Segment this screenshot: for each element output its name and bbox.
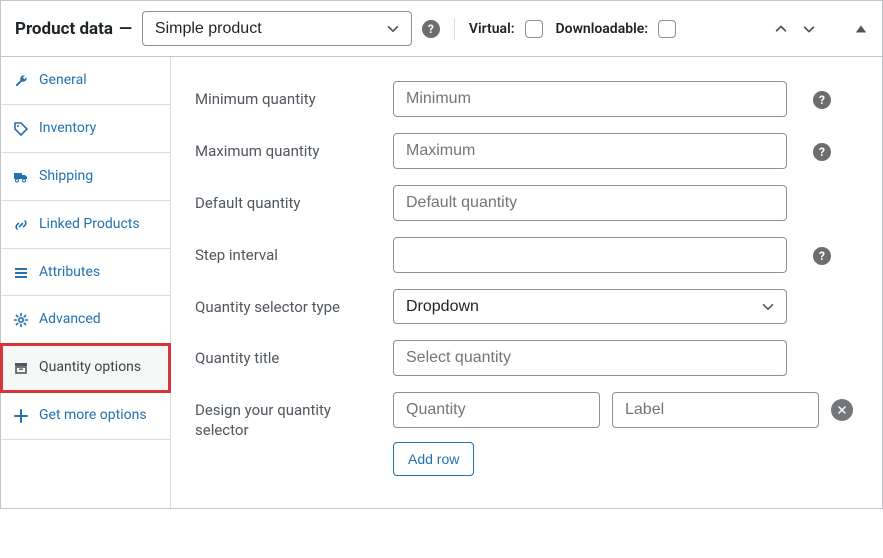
tag-icon	[13, 121, 29, 137]
add-row-button[interactable]: Add row	[393, 442, 474, 476]
tab-label: Shipping	[39, 167, 93, 186]
product-data-panel: Product data — Simple product ? Virtual:…	[0, 0, 883, 509]
field-label: Design your quantity selector	[195, 392, 373, 441]
truck-icon	[13, 169, 29, 185]
move-down-icon[interactable]	[802, 22, 816, 36]
field-label: Step interval	[195, 237, 373, 265]
designer-row	[393, 392, 853, 428]
tab-quantity-options[interactable]: Quantity options	[1, 344, 170, 392]
header-divider	[454, 18, 455, 40]
gear-icon	[13, 312, 29, 328]
tab-label: Get more options	[39, 406, 147, 425]
tab-inventory[interactable]: Inventory	[1, 105, 170, 153]
quantity-title-input[interactable]	[393, 340, 787, 376]
field-label: Minimum quantity	[195, 81, 373, 109]
field-label: Quantity title	[195, 340, 373, 368]
tab-attributes[interactable]: Attributes	[1, 249, 170, 297]
designer-quantity-input[interactable]	[393, 392, 600, 428]
archive-icon	[13, 360, 29, 376]
field-minimum-quantity: Minimum quantity ?	[195, 73, 858, 125]
panel-order-controls	[774, 22, 868, 36]
virtual-label: Virtual:	[469, 21, 515, 37]
collapse-icon[interactable]	[854, 22, 868, 36]
help-icon[interactable]: ?	[813, 247, 831, 265]
selector-type-select[interactable]: Dropdown	[393, 289, 787, 324]
field-step-interval: Step interval ?	[195, 229, 858, 281]
field-label: Maximum quantity	[195, 133, 373, 161]
designer-label-input[interactable]	[612, 392, 819, 428]
product-type-select[interactable]: Simple product	[142, 11, 412, 46]
tab-label: Linked Products	[39, 215, 140, 234]
panel-header: Product data — Simple product ? Virtual:…	[1, 1, 882, 57]
tab-content: Minimum quantity ? Maximum quantity ? De…	[171, 57, 882, 508]
help-icon[interactable]: ?	[422, 20, 440, 38]
step-interval-input[interactable]	[393, 237, 787, 273]
field-maximum-quantity: Maximum quantity ?	[195, 125, 858, 177]
panel-title: Product data —	[15, 19, 132, 39]
field-label: Default quantity	[195, 185, 373, 213]
downloadable-checkbox[interactable]	[658, 20, 676, 38]
downloadable-label: Downloadable:	[556, 21, 649, 37]
virtual-checkbox[interactable]	[525, 20, 543, 38]
virtual-toggle: Virtual:	[469, 17, 546, 41]
tab-label: Quantity options	[39, 358, 141, 377]
help-icon[interactable]: ?	[813, 91, 831, 109]
tab-label: Inventory	[39, 119, 96, 138]
title-separator: —	[119, 19, 132, 39]
plus-icon	[13, 408, 29, 424]
downloadable-toggle: Downloadable:	[556, 17, 680, 41]
tab-shipping[interactable]: Shipping	[1, 153, 170, 201]
tab-get-more-options[interactable]: Get more options	[1, 392, 170, 440]
minimum-quantity-input[interactable]	[393, 81, 787, 117]
list-icon	[13, 265, 29, 281]
tab-label: Advanced	[39, 310, 101, 329]
default-quantity-input[interactable]	[393, 185, 787, 221]
remove-row-icon[interactable]	[831, 399, 853, 421]
wrench-icon	[13, 73, 29, 89]
tab-general[interactable]: General	[1, 57, 170, 105]
tab-label: General	[39, 71, 87, 90]
panel-title-text: Product data	[15, 19, 113, 39]
panel-body: General Inventory Shipping Linked Produc…	[1, 57, 882, 508]
move-up-icon[interactable]	[774, 22, 788, 36]
field-default-quantity: Default quantity	[195, 177, 858, 229]
tab-linked-products[interactable]: Linked Products	[1, 201, 170, 249]
field-design-selector: Design your quantity selector Add row	[195, 384, 858, 484]
field-label: Quantity selector type	[195, 289, 373, 317]
field-quantity-title: Quantity title	[195, 332, 858, 384]
product-data-tabs: General Inventory Shipping Linked Produc…	[1, 57, 171, 508]
field-selector-type: Quantity selector type Dropdown	[195, 281, 858, 332]
maximum-quantity-input[interactable]	[393, 133, 787, 169]
product-type-select-wrap: Simple product	[142, 11, 412, 46]
help-icon[interactable]: ?	[813, 143, 831, 161]
tab-label: Attributes	[39, 263, 100, 282]
tab-advanced[interactable]: Advanced	[1, 296, 170, 344]
link-icon	[13, 217, 29, 233]
